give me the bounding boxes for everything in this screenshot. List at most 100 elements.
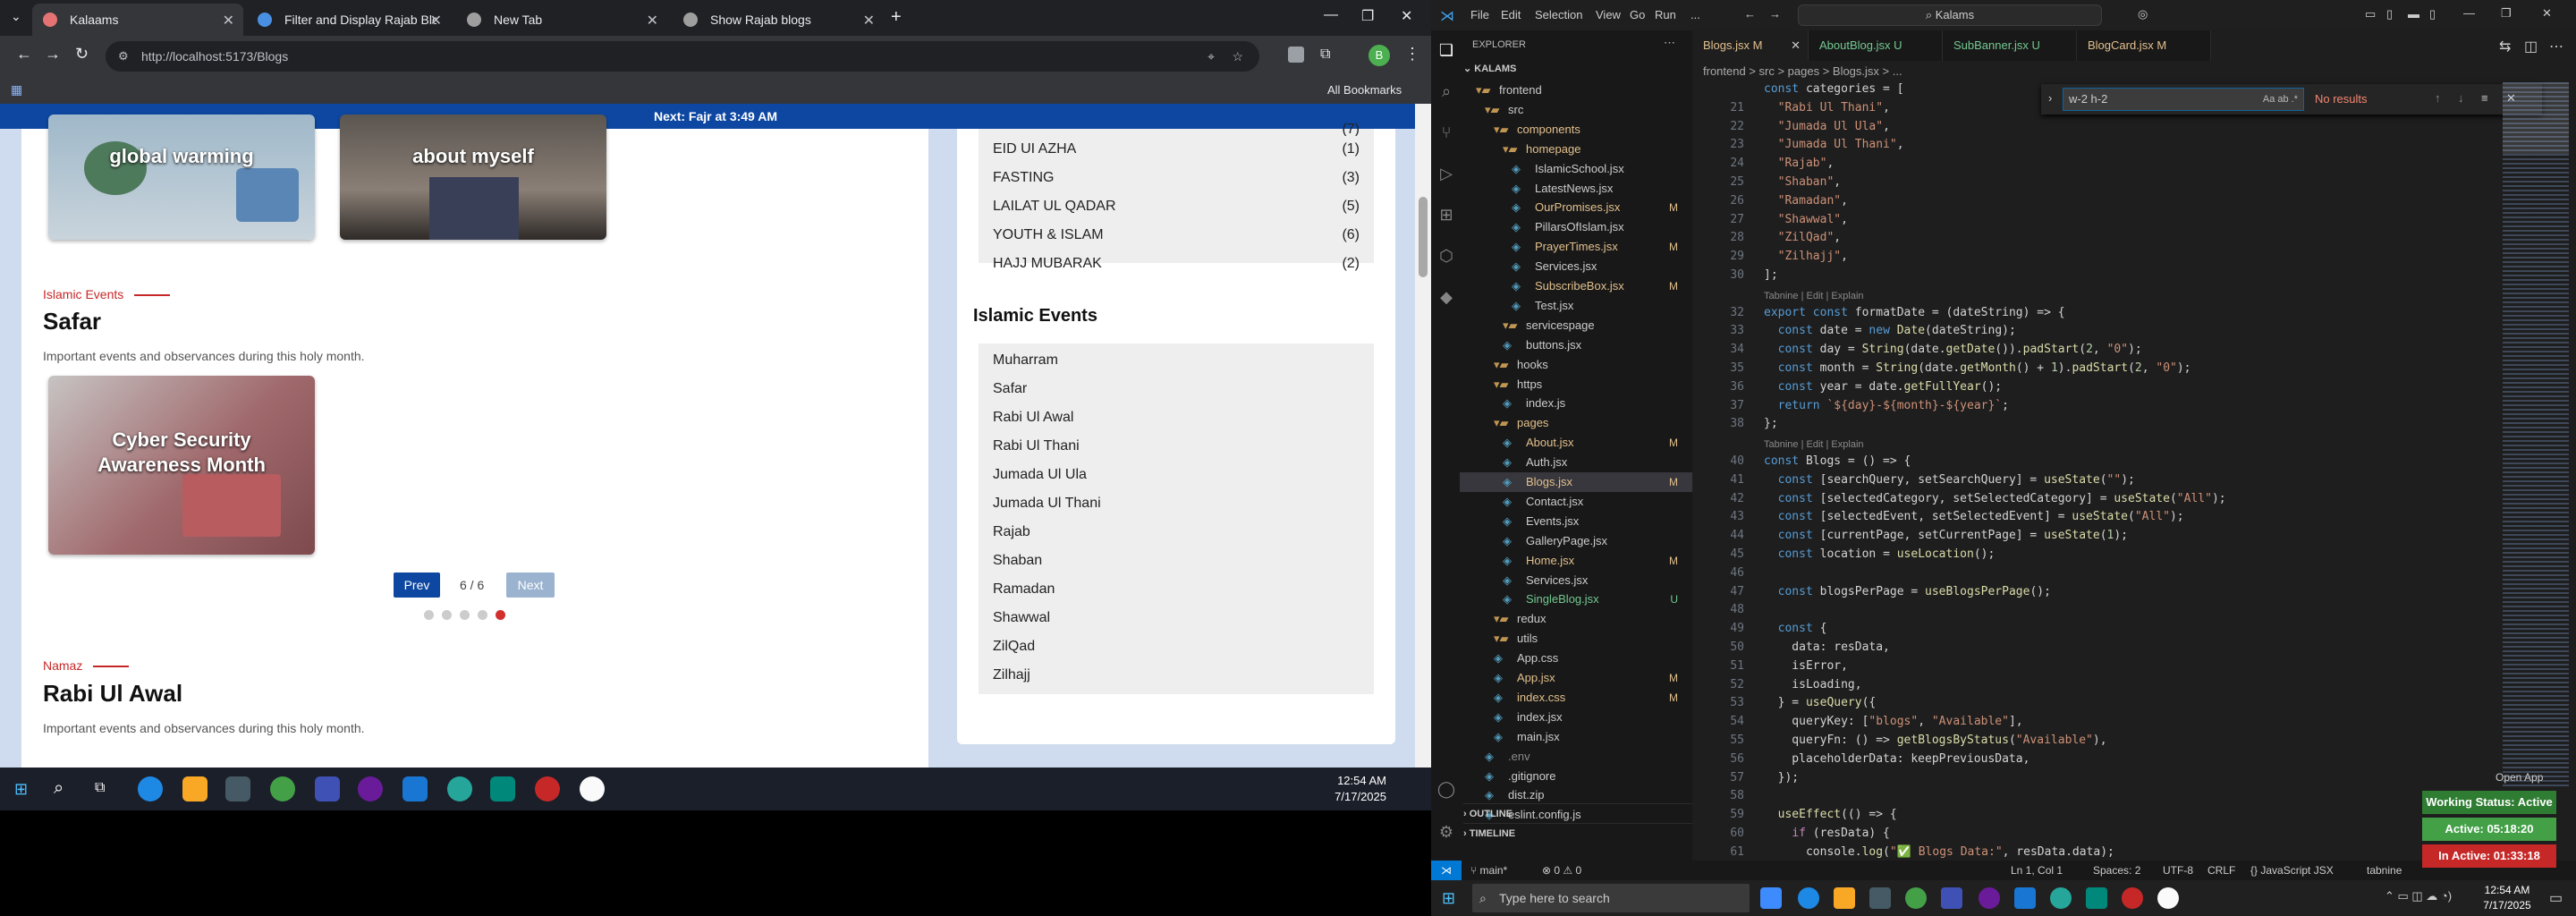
breadcrumb[interactable]: frontend > src > pages > Blogs.jsx > ... xyxy=(1692,61,2576,82)
category-item[interactable]: FASTING (3) xyxy=(993,170,1360,186)
menu-edit[interactable]: Edit xyxy=(1501,8,1521,21)
find-in-selection-icon[interactable]: ≡ xyxy=(2481,91,2488,105)
event-item[interactable]: Zilhajj xyxy=(993,667,1360,683)
maximize-icon[interactable]: ❐ xyxy=(2501,6,2512,21)
indentation[interactable]: Spaces: 2 xyxy=(2093,861,2140,880)
chrome-icon[interactable] xyxy=(270,776,295,802)
category-item[interactable]: (7) xyxy=(993,122,1360,136)
outline-section[interactable]: › OUTLINE xyxy=(1463,803,1692,823)
task-view-icon[interactable]: ⧉ xyxy=(95,780,105,796)
copilot-icon[interactable]: ◎ xyxy=(2138,7,2148,21)
tree-folder[interactable]: ▾▰ https xyxy=(1460,375,1692,394)
tab-filter-rajab[interactable]: Filter and Display Rajab Blog In ✕ xyxy=(247,4,451,36)
app-icon[interactable] xyxy=(490,776,515,802)
search-icon[interactable]: ⌕ xyxy=(1436,82,1456,102)
tabnine-icon[interactable]: ◆ xyxy=(1436,288,1456,308)
tree-file[interactable]: ◈ SubscribeBox.jsx M xyxy=(1460,276,1692,296)
close-icon[interactable]: ✕ xyxy=(647,12,658,30)
app-icon[interactable] xyxy=(2086,887,2107,909)
app-icon[interactable] xyxy=(315,776,340,802)
event-item[interactable]: Shawwal xyxy=(993,610,1360,626)
editor-tab-aboutblog[interactable]: AboutBlog.jsx U xyxy=(1809,30,1943,61)
apps-grid-icon[interactable]: ▦ xyxy=(11,82,22,98)
pagination-dot[interactable] xyxy=(424,610,434,620)
store-icon[interactable] xyxy=(225,776,250,802)
bookmark-star-icon[interactable]: ☆ xyxy=(1232,41,1243,72)
taskbar-clock[interactable]: 12:54 AM 7/17/2025 xyxy=(1335,773,1386,805)
store-icon[interactable] xyxy=(1869,887,1891,909)
tree-file[interactable]: ◈ GalleryPage.jsx xyxy=(1460,531,1692,551)
pagination-dot[interactable] xyxy=(460,610,470,620)
location-icon[interactable]: ⌖ xyxy=(1208,41,1215,72)
windows-start-icon[interactable]: ⊞ xyxy=(1442,889,1455,908)
vscode-icon[interactable] xyxy=(2014,887,2036,909)
event-item[interactable]: ZilQad xyxy=(993,639,1360,655)
code-editor[interactable]: const categories = [21 "Rabi Ul Thani", 2… xyxy=(1692,82,2497,895)
menu-selection[interactable]: Selection xyxy=(1535,8,1582,21)
edge-icon[interactable] xyxy=(1798,887,1819,909)
tree-file[interactable]: ◈ Auth.jsx xyxy=(1460,453,1692,472)
tree-file[interactable]: ◈ App.css xyxy=(1460,649,1692,668)
layout-icon[interactable]: ▭ xyxy=(2365,7,2376,21)
more-actions-icon[interactable]: ⋯ xyxy=(2549,38,2563,55)
windows-start-icon[interactable]: ⊞ xyxy=(14,780,28,799)
github-desktop-icon[interactable] xyxy=(1979,887,2000,909)
language-mode[interactable]: {} JavaScript JSX xyxy=(2250,861,2334,880)
notifications-icon[interactable]: ▭ xyxy=(2549,889,2563,907)
previous-match-icon[interactable]: ↑ xyxy=(2435,91,2441,105)
chrome-profile-icon[interactable] xyxy=(447,776,472,802)
tree-file[interactable]: ◈ Home.jsx M xyxy=(1460,551,1692,571)
tab-new-tab[interactable]: New Tab ✕ xyxy=(456,4,667,36)
close-window-icon[interactable]: ✕ xyxy=(1401,7,1412,25)
encoding[interactable]: UTF-8 xyxy=(2163,861,2193,880)
close-icon[interactable]: ✕ xyxy=(1791,30,1801,61)
tree-file[interactable]: ◈ index.jsx xyxy=(1460,708,1692,727)
event-item[interactable]: Jumada Ul Thani xyxy=(993,496,1360,512)
next-match-icon[interactable]: ↓ xyxy=(2458,91,2464,105)
app-icon[interactable] xyxy=(1941,887,1962,909)
pagination-dot-active[interactable] xyxy=(496,610,505,620)
event-item[interactable]: Rajab xyxy=(993,524,1360,540)
tree-file[interactable]: ◈ buttons.jsx xyxy=(1460,335,1692,355)
tree-file[interactable]: ◈ index.css M xyxy=(1460,688,1692,708)
minimize-icon[interactable]: — xyxy=(1324,7,1338,23)
nav-forward-icon[interactable]: → xyxy=(1769,7,1781,21)
secondary-sidebar-icon[interactable]: ▯ xyxy=(2429,7,2436,21)
tree-file[interactable]: ◈ PrayerTimes.jsx M xyxy=(1460,237,1692,257)
github-desktop-icon[interactable] xyxy=(358,776,383,802)
category-item[interactable]: HAJJ MUBARAK (2) xyxy=(993,256,1360,272)
minimap[interactable] xyxy=(2503,82,2569,798)
scrollbar-thumb[interactable] xyxy=(1419,197,1428,277)
editor-tab-blogcard[interactable]: BlogCard.jsx M xyxy=(2077,30,2211,61)
tree-file[interactable]: ◈ Test.jsx xyxy=(1460,296,1692,316)
app-icon[interactable] xyxy=(2122,887,2143,909)
minimap-slider[interactable] xyxy=(2503,82,2569,154)
settings-gear-icon[interactable]: ⚙ xyxy=(1436,823,1456,843)
reload-icon[interactable]: ↻ xyxy=(75,45,89,64)
remote-indicator-icon[interactable]: ⋊ xyxy=(1431,861,1462,880)
tab-kalaams[interactable]: Kalaams ✕ xyxy=(32,4,243,36)
tree-file[interactable]: ◈ index.js xyxy=(1460,394,1692,413)
tree-file[interactable]: ◈ App.jsx M xyxy=(1460,668,1692,688)
kebab-menu-icon[interactable]: ⋮ xyxy=(1404,45,1420,64)
tree-file[interactable]: ◈ LatestNews.jsx xyxy=(1460,179,1692,199)
menu-view[interactable]: View xyxy=(1596,8,1621,21)
category-item[interactable]: LAILAT UL QADAR (5) xyxy=(993,199,1360,215)
project-root[interactable]: ⌄ KALAMS xyxy=(1463,63,1516,74)
panel-toggle-icon[interactable]: ▬ xyxy=(2408,7,2419,21)
profile-avatar[interactable]: B xyxy=(1368,45,1390,66)
tree-file[interactable]: ◈ Contact.jsx xyxy=(1460,492,1692,512)
chrome-icon[interactable] xyxy=(1905,887,1927,909)
tabnine-status[interactable]: tabnine xyxy=(2367,861,2402,880)
match-case-icon[interactable]: Aa ab .* xyxy=(2263,89,2298,110)
tree-folder[interactable]: ▾▰ servicespage xyxy=(1460,316,1692,335)
category-item[interactable]: YOUTH & ISLAM (6) xyxy=(993,227,1360,243)
tab-show-rajab[interactable]: Show Rajab blogs ✕ xyxy=(673,4,884,36)
close-icon[interactable]: ✕ xyxy=(223,12,234,30)
site-info-icon[interactable]: ⚙ xyxy=(118,41,129,72)
minimize-icon[interactable]: — xyxy=(2463,6,2475,20)
open-app-link[interactable]: Open App xyxy=(2496,771,2543,784)
cursor-position[interactable]: Ln 1, Col 1 xyxy=(2011,861,2063,880)
app-icon[interactable] xyxy=(2157,887,2179,909)
tab-search-icon[interactable]: ⌄ xyxy=(11,9,21,24)
